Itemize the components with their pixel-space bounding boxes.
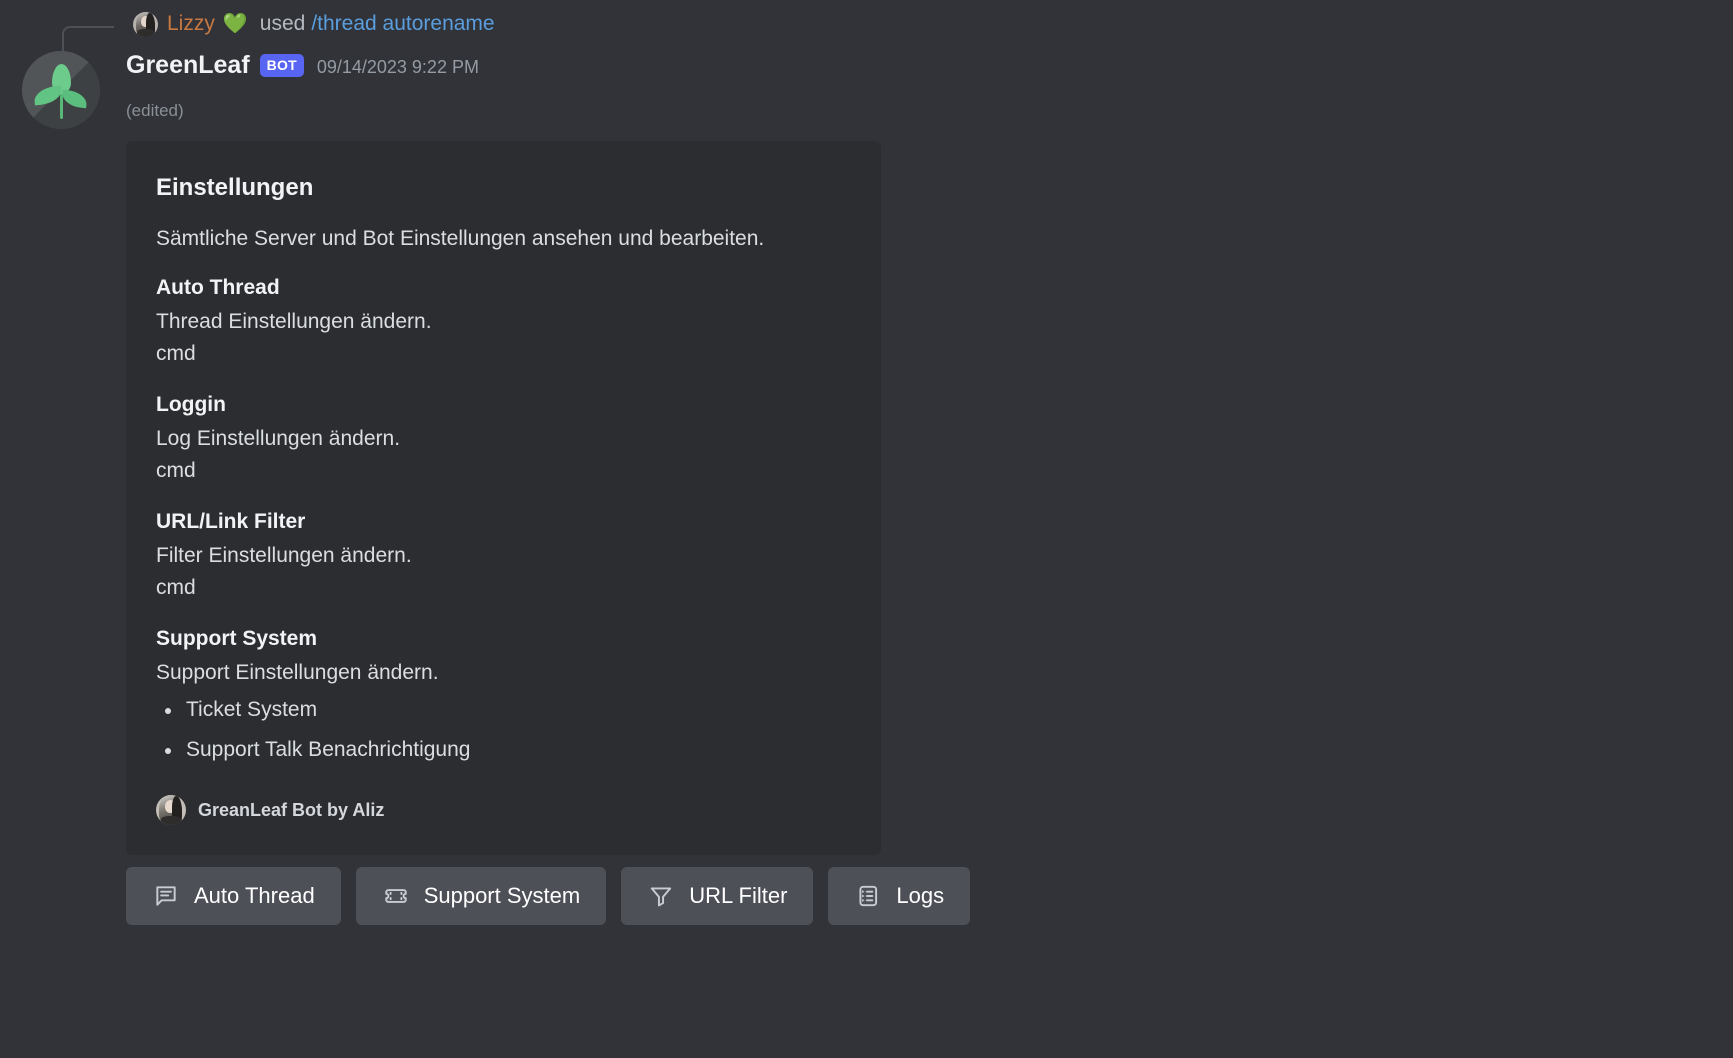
avatar-lizzy[interactable]: [133, 11, 158, 37]
used-label: used: [259, 12, 306, 35]
embed-field: Loggin Log Einstellungen ändern. cmd: [156, 391, 853, 487]
chat-bubble-lines-icon: [152, 882, 180, 910]
discord-message: Lizzy 💚 used /thread autorename GreenLea…: [0, 0, 1733, 925]
list-item: Support Talk Benachrichtigung: [156, 730, 853, 770]
embed-field-name: Support System: [156, 627, 318, 650]
command-context-text: Lizzy 💚 used /thread autorename: [167, 11, 495, 37]
embed-field-value: Filter Einstellungen ändern. cmd: [156, 544, 412, 599]
message-header: GreenLeaf BOT 09/14/2023 9:22 PM: [126, 50, 1733, 88]
embed-footer: GreanLeaf Bot by Aliz: [156, 795, 853, 825]
embed-field-name: Auto Thread: [156, 276, 280, 299]
embed-field-value: Log Einstellungen ändern. cmd: [156, 427, 401, 482]
edited-label: (edited): [126, 101, 184, 120]
embed-field-value: Support Einstellungen ändern.: [156, 661, 439, 684]
message-body: GreenLeaf BOT 09/14/2023 9:22 PM (edited…: [0, 48, 1733, 925]
auto-thread-button[interactable]: Auto Thread: [126, 867, 341, 925]
list-notepad-icon: [854, 882, 882, 910]
embed-field: Support System Support Einstellungen änd…: [156, 625, 853, 770]
list-item: Ticket System: [156, 690, 853, 730]
url-filter-button[interactable]: URL Filter: [621, 867, 814, 925]
funnel-icon: [647, 882, 675, 910]
embed-field: URL/Link Filter Filter Einstellungen änd…: [156, 508, 853, 604]
embed-field: Auto Thread Thread Einstellungen ändern.…: [156, 274, 853, 370]
command-user-name[interactable]: Lizzy: [167, 11, 215, 37]
embed-field-name: Loggin: [156, 393, 226, 416]
action-row: Auto Thread Support System URL Filter Lo…: [126, 867, 1733, 925]
support-system-button[interactable]: Support System: [355, 867, 607, 925]
logs-button[interactable]: Logs: [828, 867, 971, 925]
message-timestamp: 09/14/2023 9:22 PM: [316, 57, 479, 77]
slash-command-link[interactable]: /thread autorename: [311, 11, 494, 37]
embed-card: Einstellungen Sämtliche Server und Bot E…: [126, 141, 881, 855]
url-filter-button-label: URL Filter: [689, 883, 788, 908]
bot-badge: BOT: [259, 54, 304, 77]
green-heart-icon: 💚: [222, 13, 248, 35]
embed-field-name: URL/Link Filter: [156, 510, 306, 533]
embed-field-value: Thread Einstellungen ändern. cmd: [156, 310, 432, 365]
embed-title: Einstellungen: [156, 174, 314, 201]
bot-author-name[interactable]: GreenLeaf: [126, 50, 250, 80]
command-context-bar: Lizzy 💚 used /thread autorename: [0, 0, 1733, 62]
embed-field-bullet-list: Ticket System Support Talk Benachrichtig…: [156, 690, 853, 770]
logs-button-label: Logs: [896, 883, 945, 908]
embed-footer-text: GreanLeaf Bot by Aliz: [198, 800, 385, 820]
ticket-icon: [382, 882, 410, 910]
embed-description: Sämtliche Server und Bot Einstellungen a…: [156, 227, 765, 250]
support-system-button-label: Support System: [423, 883, 581, 908]
auto-thread-button-label: Auto Thread: [194, 883, 315, 908]
avatar-greenleaf-bot[interactable]: [22, 51, 100, 129]
embed-footer-avatar: [156, 795, 186, 825]
